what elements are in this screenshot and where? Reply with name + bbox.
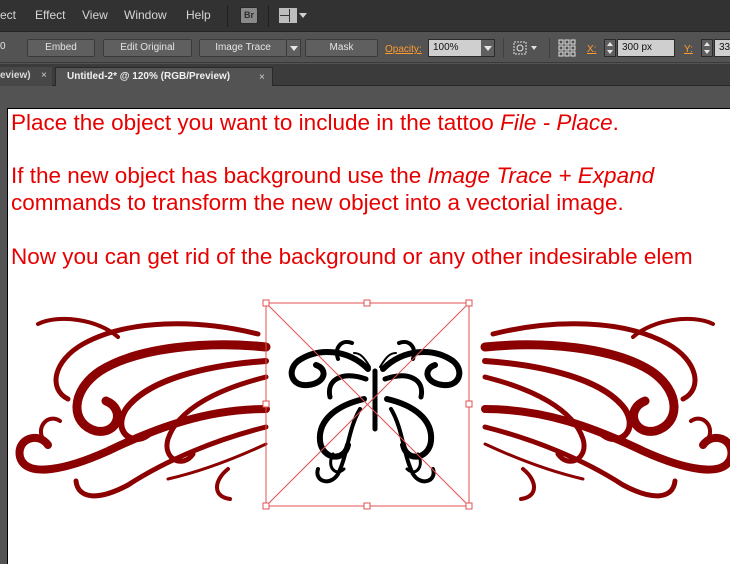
right-scroll-ornament xyxy=(480,316,730,501)
x-label[interactable]: X: xyxy=(587,44,596,55)
tab-untitled-2[interactable]: Untitled-2* @ 120% (RGB/Preview) × xyxy=(55,67,273,86)
menu-separator xyxy=(227,5,228,27)
y-field[interactable]: 33 xyxy=(714,39,730,57)
control-bar: 0 Embed Edit Original Image Trace Mask O… xyxy=(0,33,730,63)
tattoo-artwork[interactable] xyxy=(8,109,730,564)
bridge-icon[interactable]: Br xyxy=(240,7,258,24)
y-label[interactable]: Y: xyxy=(684,44,693,55)
separator xyxy=(549,38,550,58)
chevron-down-icon[interactable] xyxy=(299,13,307,18)
menu-effect[interactable]: Effect xyxy=(35,8,65,22)
mask-button[interactable]: Mask xyxy=(305,39,378,57)
transform-reference-icon[interactable] xyxy=(558,39,576,57)
x-stepper[interactable] xyxy=(604,39,616,57)
document-tab-bar: eview) × Untitled-2* @ 120% (RGB/Preview… xyxy=(0,64,730,86)
artboard[interactable]: Place the object you want to include in … xyxy=(7,108,730,564)
arrange-documents-icon[interactable] xyxy=(279,8,297,23)
canvas-area[interactable]: Place the object you want to include in … xyxy=(0,87,730,564)
menu-help[interactable]: Help xyxy=(186,8,211,22)
embed-button[interactable]: Embed xyxy=(27,39,95,57)
close-icon[interactable]: × xyxy=(41,67,47,84)
menu-object[interactable]: ect xyxy=(0,8,16,22)
butterfly-graphic xyxy=(288,340,463,484)
selection-bounding-box[interactable] xyxy=(265,302,470,507)
left-scroll-ornament xyxy=(15,316,271,501)
image-trace-button[interactable]: Image Trace xyxy=(199,39,287,57)
y-stepper[interactable] xyxy=(701,39,713,57)
opacity-field[interactable]: 100% xyxy=(428,39,482,57)
close-icon[interactable]: × xyxy=(259,69,265,86)
menu-bar: ect Effect View Window Help Br xyxy=(0,0,730,32)
tab-previous-document[interactable]: eview) × xyxy=(0,67,52,86)
ppi-value: 0 xyxy=(0,41,6,52)
x-field[interactable]: 300 px xyxy=(617,39,675,57)
edit-original-button[interactable]: Edit Original xyxy=(103,39,192,57)
menu-window[interactable]: Window xyxy=(124,8,167,22)
tab-label: Untitled-2* @ 120% (RGB/Preview) xyxy=(67,71,231,82)
tab-label: eview) xyxy=(0,70,31,81)
target-icon[interactable] xyxy=(513,41,539,55)
menu-separator xyxy=(268,5,269,27)
opacity-label[interactable]: Opacity: xyxy=(385,44,422,55)
opacity-dropdown[interactable] xyxy=(481,39,495,57)
image-trace-dropdown[interactable] xyxy=(287,39,301,57)
separator xyxy=(503,38,504,58)
menu-view[interactable]: View xyxy=(82,8,108,22)
